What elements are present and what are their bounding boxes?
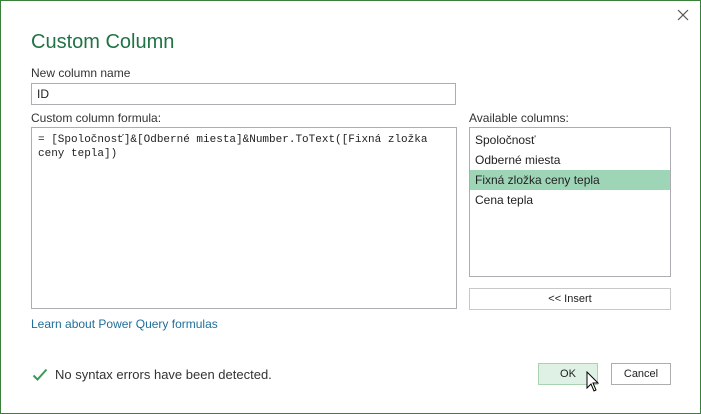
formula-label: Custom column formula: xyxy=(31,111,162,125)
column-item-odberne-miesta[interactable]: Odberné miesta xyxy=(470,150,670,170)
custom-column-dialog: Custom Column New column name Custom col… xyxy=(0,0,701,414)
insert-button[interactable]: << Insert xyxy=(469,288,671,310)
close-icon[interactable] xyxy=(674,6,692,24)
new-column-name-label: New column name xyxy=(31,66,131,80)
learn-power-query-link[interactable]: Learn about Power Query formulas xyxy=(31,317,218,331)
syntax-status-text: No syntax errors have been detected. xyxy=(55,367,272,382)
formula-editor[interactable] xyxy=(31,127,457,309)
cancel-button[interactable]: Cancel xyxy=(611,363,671,385)
available-columns-label: Available columns: xyxy=(469,111,569,125)
syntax-status: No syntax errors have been detected. xyxy=(32,367,272,382)
column-item-cena-tepla[interactable]: Cena tepla xyxy=(470,190,670,210)
column-item-spolocnost[interactable]: Spoločnosť xyxy=(470,130,670,150)
mouse-cursor-icon xyxy=(586,371,600,392)
column-item-fixna-zlozka[interactable]: Fixná zložka ceny tepla xyxy=(470,170,670,190)
checkmark-icon xyxy=(32,368,48,381)
dialog-title: Custom Column xyxy=(31,31,175,53)
available-columns-list[interactable]: Spoločnosť Odberné miesta Fixná zložka c… xyxy=(469,127,671,277)
new-column-name-input[interactable] xyxy=(31,83,456,105)
